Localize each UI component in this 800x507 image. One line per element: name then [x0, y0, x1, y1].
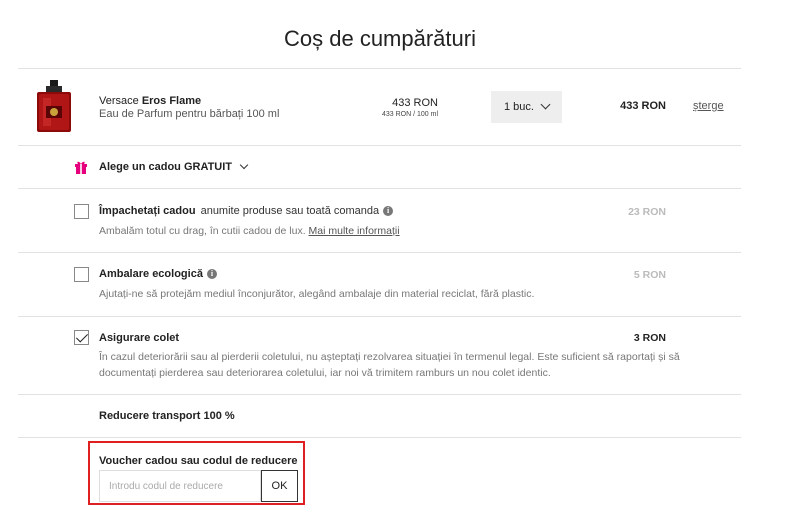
gift-wrap-price: 23 RON: [628, 206, 666, 218]
more-info-link[interactable]: Mai multe informații: [309, 225, 400, 237]
gift-wrap-checkbox[interactable]: [74, 204, 89, 219]
divider: [18, 437, 741, 438]
info-icon[interactable]: i: [206, 269, 217, 279]
parcel-insurance-title: Asigurare colet: [99, 332, 179, 344]
divider: [18, 68, 741, 69]
divider: [18, 316, 741, 317]
divider: [18, 252, 741, 253]
parcel-insurance-checkbox[interactable]: [74, 330, 89, 345]
shipping-discount-label: Reducere transport 100 %: [99, 410, 235, 422]
page-title: Coș de cumpărături: [284, 26, 476, 51]
eco-packaging-label: Ambalare ecologică: [99, 268, 203, 280]
eco-packaging-price: 5 RON: [633, 269, 666, 281]
voucher-label: Voucher cadou sau codul de reducere: [99, 455, 298, 467]
divider: [18, 394, 741, 395]
apply-voucher-button[interactable]: OK: [261, 470, 298, 502]
product-title[interactable]: Versace Eros Flame: [99, 95, 201, 107]
choose-gift-toggle[interactable]: Alege un cadou GRATUIT: [99, 160, 249, 173]
gift-wrap-subtitle: anumite produse sau toată comanda: [200, 205, 380, 217]
eco-packaging-title: Ambalare ecologică i: [99, 268, 217, 280]
eco-packaging-description: Ajutați-ne să protejăm mediul înconjurăt…: [99, 288, 535, 300]
gift-wrap-description-text: Ambalăm totul cu drag, în cutii cadou de…: [99, 225, 306, 237]
quantity-select[interactable]: 1 buc.: [491, 91, 562, 123]
chevron-down-icon: [239, 160, 249, 170]
delete-link[interactable]: șterge: [693, 100, 724, 112]
quantity-value: 1 buc.: [504, 101, 534, 113]
divider: [18, 188, 741, 189]
chevron-down-icon: [540, 99, 551, 110]
gift-icon: [75, 161, 87, 174]
gift-wrap-label: Împachetați cadou: [99, 205, 196, 217]
parcel-insurance-price: 3 RON: [633, 332, 666, 344]
product-name: Eros Flame: [141, 95, 202, 107]
parcel-insurance-label: Asigurare colet: [99, 332, 180, 344]
parcel-insurance-description-line1: În cazul deteriorării sau al pierderii c…: [99, 351, 680, 363]
product-unit-price: 433 RON / 100 ml: [381, 111, 438, 118]
line-total: 433 RON: [620, 100, 666, 112]
product-price: 433 RON: [392, 97, 438, 109]
product-description: Eau de Parfum pentru bărbați 100 ml: [99, 108, 280, 120]
product-brand: Versace: [99, 95, 139, 107]
voucher-code-input[interactable]: [99, 470, 261, 502]
gift-wrap-description: Ambalăm totul cu drag, în cutii cadou de…: [99, 223, 400, 239]
eco-packaging-checkbox[interactable]: [74, 267, 89, 282]
gift-wrap-title: Împachetați cadou anumite produse sau to…: [99, 205, 394, 217]
divider: [18, 145, 741, 146]
product-image[interactable]: [30, 80, 78, 132]
choose-gift-label: Alege un cadou GRATUIT: [99, 161, 233, 173]
parcel-insurance-description-line2: documentați pierderea sau deteriorarea c…: [99, 367, 551, 379]
info-icon[interactable]: i: [383, 206, 394, 216]
